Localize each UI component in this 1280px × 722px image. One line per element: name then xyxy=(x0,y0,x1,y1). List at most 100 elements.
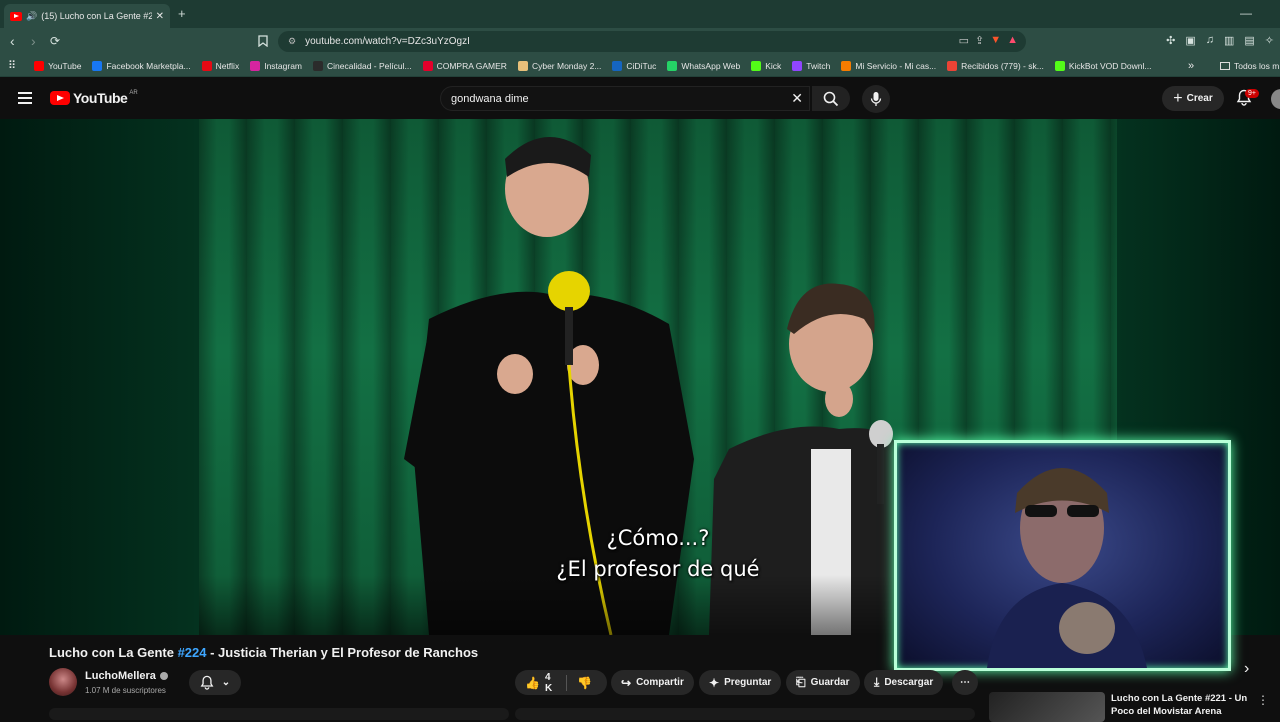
create-label: Crear xyxy=(1186,93,1213,104)
bookmark-item[interactable]: CiDiTuc xyxy=(612,60,656,71)
share-button[interactable]: ↪ Compartir xyxy=(611,670,694,695)
channel-name-text: LuchoMellera xyxy=(85,670,156,682)
below-fold-strip xyxy=(49,708,979,720)
brave-ai-icon[interactable]: ✧ xyxy=(1265,34,1274,47)
placeholder-block xyxy=(515,708,975,720)
more-icon: ⋯ xyxy=(960,677,970,688)
all-bookmarks-label: Todos los m xyxy=(1234,60,1280,71)
minimize-icon[interactable]: — xyxy=(1240,6,1252,20)
url-field[interactable]: ⚙ youtube.com/watch?v=DZc3uYzOgzI ▭ ⇪ ▼ … xyxy=(278,31,1026,52)
bookmark-item[interactable]: Facebook Marketpla... xyxy=(92,60,191,71)
browser-tab[interactable]: 🔊 (15) Lucho con La Gente #224 ✕ xyxy=(4,4,170,28)
recommended-more-icon[interactable]: ⋮ xyxy=(1257,693,1269,707)
search-button[interactable] xyxy=(812,86,850,111)
webcam-person xyxy=(987,468,1147,668)
bookmark-favicon-icon xyxy=(422,60,433,71)
site-info-icon[interactable]: ⚙ xyxy=(288,36,296,47)
bookmarks-list: YouTube Facebook Marketpla... Netflix Insta… xyxy=(34,60,1162,71)
clear-search-icon[interactable]: ✕ xyxy=(791,90,803,107)
download-button[interactable]: ⤓ Descargar xyxy=(864,670,944,695)
bookmark-favicon-icon xyxy=(947,60,958,71)
share-label: Compartir xyxy=(636,677,684,688)
bookmark-item[interactable]: Twitch xyxy=(792,60,830,71)
video-title: Lucho con La Gente #224 - Justicia Theri… xyxy=(49,645,478,660)
brave-shield-icon[interactable]: ▼ xyxy=(990,34,1001,47)
country-code: AR xyxy=(129,90,138,96)
share-page-icon[interactable]: ⇪ xyxy=(975,34,984,47)
notification-badge: 9+ xyxy=(1245,89,1259,98)
close-tab-icon[interactable]: ✕ xyxy=(156,11,164,22)
back-icon[interactable]: ‹ xyxy=(10,33,15,49)
more-bookmarks-icon[interactable]: » xyxy=(1188,60,1194,72)
bookmark-favicon-icon xyxy=(612,60,623,71)
recommended-thumbnail[interactable] xyxy=(989,692,1105,722)
bookmark-favicon-icon xyxy=(792,60,803,71)
create-button[interactable]: + Crear xyxy=(1162,86,1224,111)
recommended-title[interactable]: Lucho con La Gente #221 - Un Poco del Mo… xyxy=(1111,692,1251,718)
bookmark-item[interactable]: Cinecalidad - Películ... xyxy=(313,60,412,71)
save-button[interactable]: ⎗ Guardar xyxy=(786,670,860,695)
sparkle-icon: ✦ xyxy=(709,675,720,690)
bookmark-favicon-icon xyxy=(92,60,103,71)
bookmark-item[interactable]: Cyber Monday 2... xyxy=(517,60,601,71)
save-label: Guardar xyxy=(810,677,850,688)
bookmark-label: Instagram xyxy=(264,60,302,71)
youtube-logo[interactable]: YouTube AR xyxy=(50,90,138,106)
bookmark-label: KickBot VOD Downl... xyxy=(1068,60,1152,71)
youtube-favicon-icon xyxy=(10,11,22,21)
bookmark-label: Kick xyxy=(765,60,782,71)
bookmark-label: Cinecalidad - Películ... xyxy=(327,60,412,71)
bookmark-item[interactable]: WhatsApp Web xyxy=(667,60,740,71)
all-bookmarks[interactable]: Todos los m xyxy=(1220,61,1279,71)
video-title-hashtag[interactable]: #224 xyxy=(178,645,207,660)
new-tab-button[interactable]: + xyxy=(178,6,186,21)
url-text: youtube.com/watch?v=DZc3uYzOgzI xyxy=(305,36,470,47)
like-button[interactable]: 👍 xyxy=(525,676,540,690)
bookmark-favicon-icon xyxy=(201,60,212,71)
subscription-notifications-button[interactable]: ⌄ xyxy=(189,670,241,695)
voice-search-button[interactable] xyxy=(862,85,890,113)
bookmark-icon[interactable] xyxy=(258,35,268,50)
dislike-button[interactable]: 👎 xyxy=(577,676,592,690)
sidebar-icon[interactable]: ▥ xyxy=(1224,34,1234,47)
share-icon: ↪ xyxy=(621,675,632,690)
video-title-prefix: Lucho con La Gente xyxy=(49,645,178,660)
speaker-icon[interactable]: 🔊 xyxy=(26,11,37,22)
ask-label: Preguntar xyxy=(724,677,772,688)
media-control-icon[interactable]: ♫ xyxy=(1206,34,1214,47)
bookmark-item[interactable]: Recibidos (779) - sk... xyxy=(947,60,1044,71)
bookmark-label: COMPRA GAMER xyxy=(436,60,507,71)
ask-button[interactable]: ✦ Preguntar xyxy=(699,670,782,695)
chevron-right-icon[interactable]: › xyxy=(1244,660,1249,678)
bookmark-item[interactable]: COMPRA GAMER xyxy=(422,60,507,71)
bookmark-item[interactable]: Netflix xyxy=(201,60,240,71)
channel-avatar[interactable] xyxy=(49,668,77,696)
bookmark-item[interactable]: YouTube xyxy=(34,60,81,71)
menu-icon[interactable] xyxy=(18,92,32,104)
tab-title: (15) Lucho con La Gente #224 xyxy=(41,11,152,21)
address-bar-row: ‹ › ⟳ ⚙ youtube.com/watch?v=DZc3uYzOgzI … xyxy=(0,28,1280,55)
bookmark-item[interactable]: KickBot VOD Downl... xyxy=(1054,60,1152,71)
tab-search-icon[interactable]: ▣ xyxy=(1185,34,1195,47)
cast-icon[interactable]: ▭ xyxy=(959,34,969,47)
bookmark-label: Netflix xyxy=(215,60,240,71)
divider xyxy=(566,674,568,691)
extensions-icon[interactable]: ✣ xyxy=(1166,34,1175,47)
search-input[interactable]: gondwana dime ✕ xyxy=(440,86,810,111)
bookmark-favicon-icon xyxy=(1054,60,1065,71)
wallet-icon[interactable]: ▤ xyxy=(1244,34,1254,47)
bookmark-item[interactable]: Mi Servicio - Mi cas... xyxy=(841,60,936,71)
download-label: Descargar xyxy=(884,677,934,688)
more-actions-button[interactable]: ⋯ xyxy=(952,670,978,695)
search-icon xyxy=(823,91,839,106)
folder-icon xyxy=(1220,61,1230,70)
reload-icon[interactable]: ⟳ xyxy=(50,34,60,48)
apps-grid-icon[interactable]: ⠿ xyxy=(8,59,16,72)
chevron-down-icon: ⌄ xyxy=(221,677,231,688)
bookmark-item[interactable]: Kick xyxy=(751,60,782,71)
bookmark-item[interactable]: Instagram xyxy=(250,60,302,71)
forward-icon[interactable]: › xyxy=(31,33,36,49)
channel-name[interactable]: LuchoMellera xyxy=(85,670,168,682)
brave-rewards-icon[interactable]: ▲ xyxy=(1007,34,1018,47)
verified-icon xyxy=(159,672,168,680)
